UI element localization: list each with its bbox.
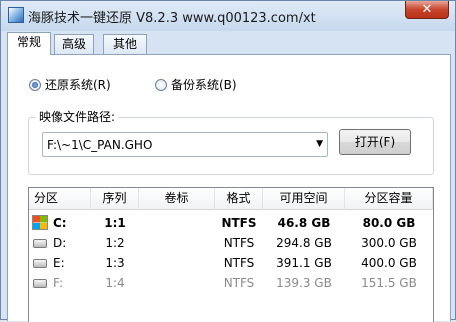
image-path-combobox[interactable]: F:\~1\C_PAN.GHO ▼ (42, 132, 328, 157)
tab-general[interactable]: 常规 (7, 32, 51, 55)
backup-radio[interactable] (155, 78, 167, 91)
cell-capacity: 400.0 GB (361, 256, 417, 270)
column-header-volume-label[interactable]: 卷标 (139, 188, 215, 210)
cell-sequence: 1:3 (105, 256, 125, 270)
restore-radio-option[interactable]: 还原系统(R) (29, 76, 111, 93)
column-header-format[interactable]: 格式 (215, 188, 263, 210)
cell-drive: E: (53, 256, 65, 270)
table-row[interactable]: D: 1:2 NTFS 294.8 GB 300.0 GB (29, 233, 433, 253)
open-button[interactable]: 打开(F) (339, 129, 411, 155)
cell-capacity: 151.5 GB (361, 276, 417, 290)
backup-radio-option[interactable]: 备份系统(B) (155, 76, 237, 93)
backup-radio-label[interactable]: 备份系统(B) (171, 76, 237, 93)
cell-free-space: 139.3 GB (276, 276, 332, 290)
cell-format: NTFS (223, 256, 255, 270)
cell-free-space: 391.1 GB (276, 256, 332, 270)
restore-radio[interactable] (29, 78, 41, 91)
partition-table: 分区 序列 卷标 格式 可用空间 分区容量 C: 1:1 NTFS 46.8 G… (28, 187, 434, 322)
cell-format: NTFS (221, 216, 257, 230)
column-header-capacity[interactable]: 分区容量 (345, 188, 433, 210)
image-path-legend: 映像文件路径: (36, 108, 119, 125)
image-path-value[interactable]: F:\~1\C_PAN.GHO (47, 138, 152, 152)
column-header-sequence[interactable]: 序列 (91, 188, 139, 210)
cell-sequence: 1:1 (104, 216, 126, 230)
cell-capacity: 300.0 GB (361, 236, 417, 250)
cell-volume-label (139, 273, 215, 293)
table-row[interactable]: E: 1:3 NTFS 391.1 GB 400.0 GB (29, 253, 433, 273)
chevron-down-icon[interactable]: ▼ (316, 138, 323, 151)
cell-drive: C: (53, 216, 67, 230)
column-header-partition[interactable]: 分区 (29, 188, 91, 210)
table-row[interactable]: F: 1:4 NTFS 139.3 GB 151.5 GB (29, 273, 433, 293)
tab-other[interactable]: 其他 (103, 34, 147, 54)
table-row[interactable]: C: 1:1 NTFS 46.8 GB 80.0 GB (29, 213, 433, 233)
app-icon (8, 7, 24, 23)
table-header: 分区 序列 卷标 格式 可用空间 分区容量 (29, 188, 433, 210)
drive-icon (33, 259, 47, 268)
title-bar[interactable]: 海豚技术一键还原 V8.2.3 www.q00123.com/xt ✕ (1, 1, 455, 31)
cell-free-space: 46.8 GB (277, 216, 331, 230)
restore-radio-label[interactable]: 还原系统(R) (45, 76, 111, 93)
drive-icon (33, 239, 47, 248)
cell-volume-label (139, 233, 215, 253)
cell-volume-label (139, 213, 215, 233)
cell-free-space: 294.8 GB (276, 236, 332, 250)
cell-drive: D: (53, 236, 67, 250)
drive-icon (33, 279, 47, 288)
tab-advanced[interactable]: 高级 (54, 34, 94, 54)
cell-format: NTFS (223, 236, 255, 250)
window-title: 海豚技术一键还原 V8.2.3 www.q00123.com/xt (28, 11, 316, 26)
general-panel: 还原系统(R) 备份系统(B) 映像文件路径: F:\~1\C_PAN.GHO … (7, 54, 451, 322)
cell-drive: F: (53, 276, 64, 290)
close-button[interactable]: ✕ (405, 1, 449, 19)
cell-sequence: 1:2 (105, 236, 125, 250)
cell-volume-label (139, 253, 215, 273)
app-window: 海豚技术一键还原 V8.2.3 www.q00123.com/xt ✕ 常规 高… (0, 0, 456, 322)
windows-drive-icon (32, 215, 48, 230)
column-header-free-space[interactable]: 可用空间 (263, 188, 345, 210)
cell-sequence: 1:4 (105, 276, 125, 290)
cell-capacity: 80.0 GB (362, 216, 416, 230)
cell-format: NTFS (223, 276, 255, 290)
